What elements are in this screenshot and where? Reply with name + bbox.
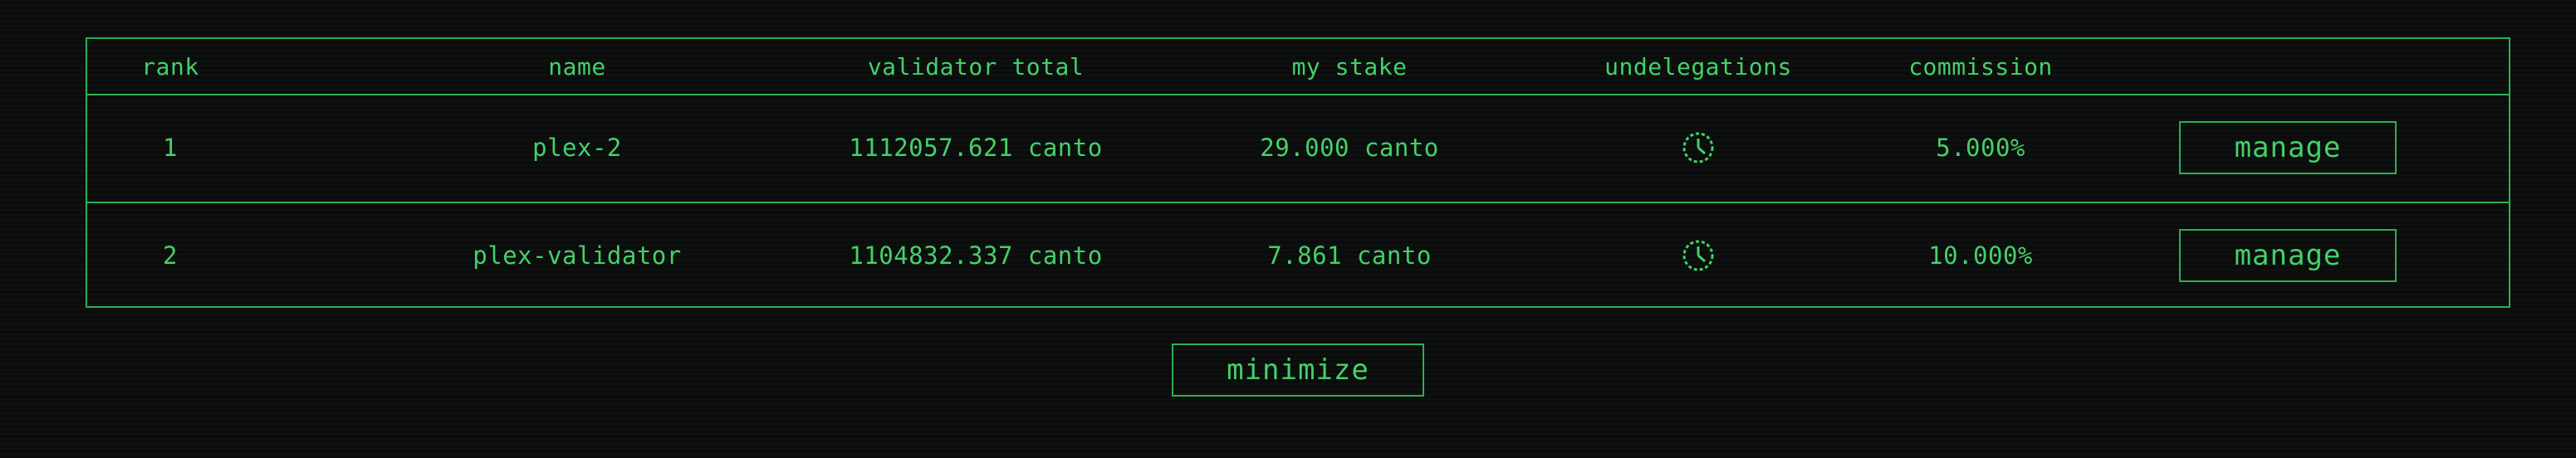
my-stake-cell: 29.000 canto [1260, 134, 1439, 162]
validators-table: rank name validator total my stake undel… [86, 37, 2510, 308]
my-stake-cell: 7.861 canto [1267, 241, 1432, 270]
action-cell: manage [2105, 202, 2471, 309]
manage-button[interactable]: manage [2179, 121, 2397, 174]
clock-icon[interactable] [1682, 131, 1715, 164]
action-cell: manage [2105, 94, 2471, 202]
rank-cell: 1 [163, 134, 178, 162]
validator-name-cell: plex-validator [473, 241, 682, 270]
table-row: 2 plex-validator 1104832.337 canto 7.861… [87, 202, 2509, 309]
validator-total-cell: 1112057.621 canto [849, 134, 1103, 162]
table-row: 1 plex-2 1112057.621 canto 29.000 canto … [87, 94, 2509, 203]
minimize-button[interactable]: minimize [1172, 344, 1424, 397]
header-name: name [548, 52, 606, 80]
header-rank: rank [141, 52, 199, 80]
validator-name-cell: plex-2 [532, 134, 622, 162]
validator-total-cell: 1104832.337 canto [849, 241, 1103, 270]
header-commission: commission [1908, 52, 2053, 80]
table-header-row: rank name validator total my stake undel… [87, 39, 2509, 95]
manage-button[interactable]: manage [2179, 229, 2397, 282]
header-my-stake: my stake [1291, 52, 1408, 80]
clock-icon[interactable] [1682, 239, 1715, 272]
header-validator-total: validator total [867, 52, 1085, 80]
rank-cell: 2 [163, 241, 178, 270]
